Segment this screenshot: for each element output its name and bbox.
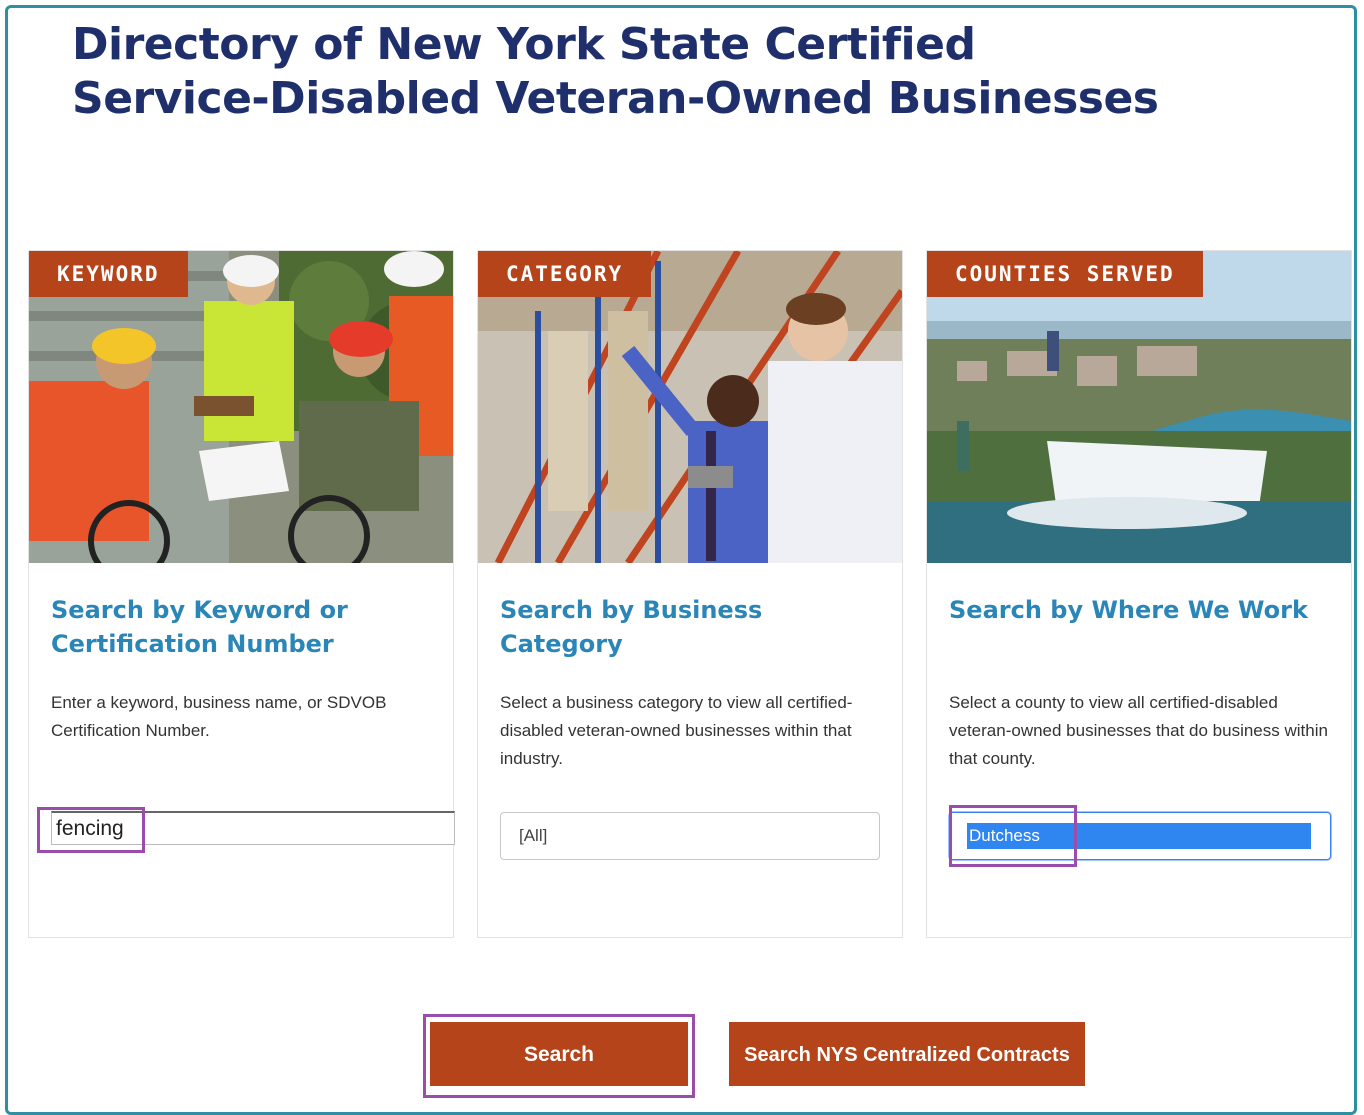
keyword-heading: Search by Keyword or Certification Numbe…: [51, 596, 348, 658]
counties-heading: Search by Where We Work: [949, 596, 1308, 624]
page-title: Directory of New York State Certified Se…: [72, 18, 1159, 126]
page-title-line-2: Service-Disabled Veteran-Owned Businesse…: [72, 73, 1159, 124]
page-title-line-1: Directory of New York State Certified: [72, 19, 976, 70]
keyword-card: KEYWORD Search by Keyword or Certificati…: [28, 250, 455, 938]
category-description: Select a business category to view all c…: [500, 693, 853, 768]
keyword-photo: KEYWORD: [29, 251, 453, 563]
counties-photo: COUNTIES SERVED: [927, 251, 1351, 563]
county-selected-option[interactable]: Dutchess: [967, 823, 1311, 849]
counties-card: COUNTIES SERVED Search by Where We Work …: [926, 250, 1352, 938]
counties-description: Select a county to view all certified-di…: [949, 693, 1328, 768]
counties-tag: COUNTIES SERVED: [927, 251, 1203, 297]
category-select[interactable]: [All]: [500, 812, 880, 860]
search-button[interactable]: Search: [430, 1022, 688, 1086]
centralized-contracts-button[interactable]: Search NYS Centralized Contracts: [729, 1022, 1085, 1086]
keyword-tag: KEYWORD: [29, 251, 188, 297]
category-tag: CATEGORY: [478, 251, 652, 297]
category-heading: Search by Business Category: [500, 596, 763, 658]
keyword-description: Enter a keyword, business name, or SDVOB…: [51, 693, 387, 740]
keyword-input[interactable]: [51, 811, 455, 845]
category-photo: CATEGORY: [478, 251, 902, 563]
county-select[interactable]: Dutchess: [949, 812, 1331, 860]
category-card: CATEGORY Search by Business Category Sel…: [477, 250, 903, 938]
